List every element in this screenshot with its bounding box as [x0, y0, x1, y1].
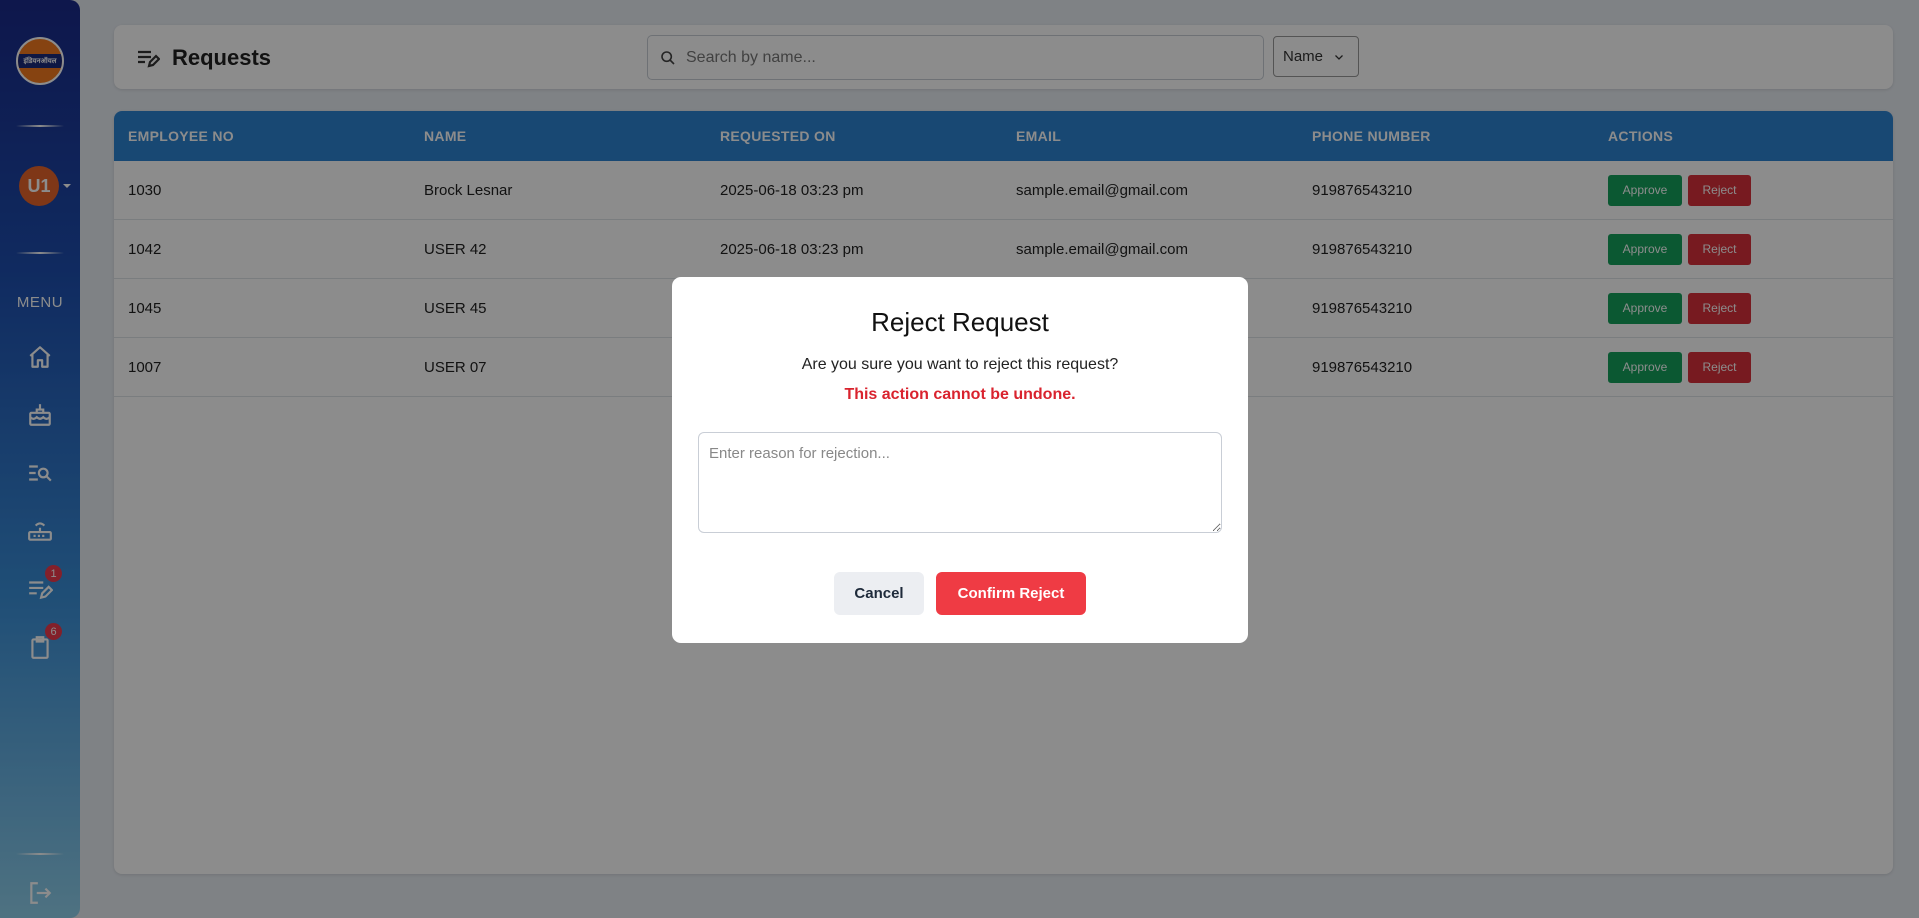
- rejection-reason-field[interactable]: [698, 432, 1222, 533]
- cancel-button[interactable]: Cancel: [834, 572, 924, 615]
- dialog-warning: This action cannot be undone.: [844, 386, 1076, 403]
- dialog-message: Are you sure you want to reject this req…: [801, 356, 1119, 373]
- confirm-reject-button[interactable]: Confirm Reject: [936, 572, 1086, 615]
- reject-request-dialog: Reject Request Are you sure you want to …: [672, 277, 1248, 643]
- dialog-title: Reject Request: [871, 307, 1049, 337]
- dialog-actions: Cancel Confirm Reject: [672, 572, 1248, 615]
